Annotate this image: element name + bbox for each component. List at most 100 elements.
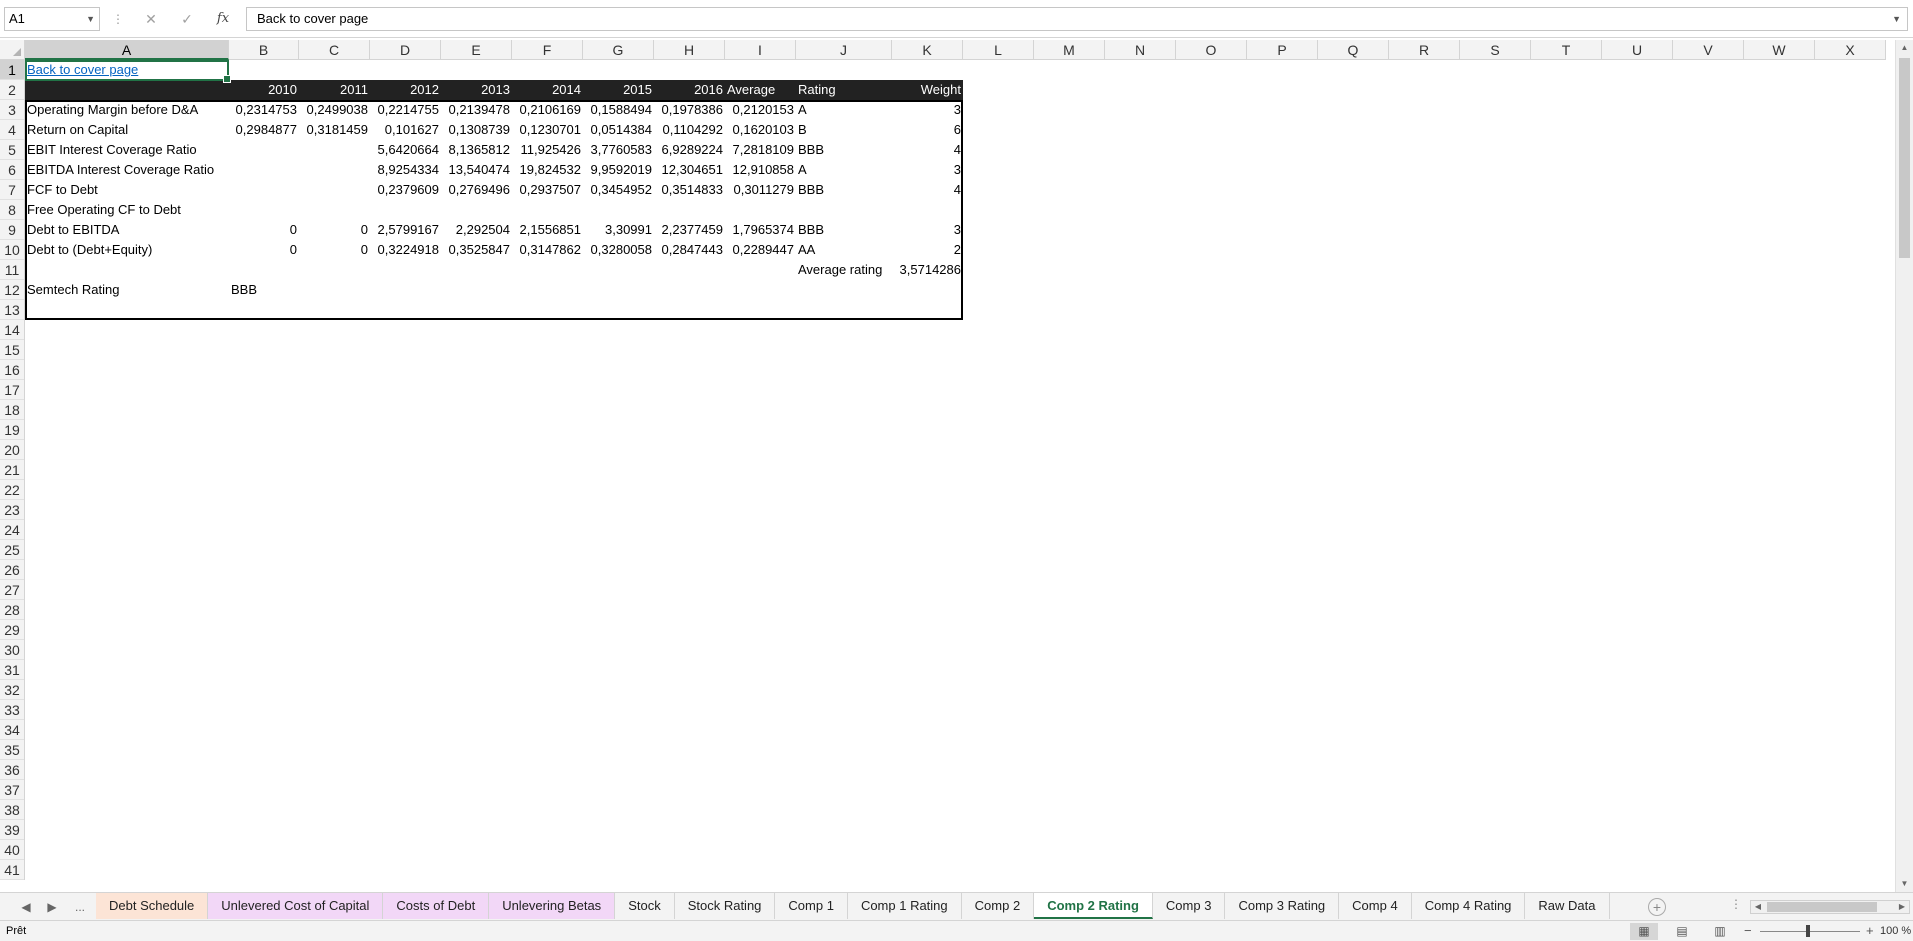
cell[interactable] bbox=[441, 600, 512, 620]
value-cell[interactable]: 0,3011279 bbox=[725, 180, 796, 200]
cell[interactable] bbox=[441, 540, 512, 560]
cell[interactable] bbox=[512, 400, 583, 420]
cell[interactable] bbox=[229, 360, 299, 380]
cell[interactable] bbox=[25, 420, 229, 440]
cell[interactable] bbox=[512, 660, 583, 680]
sheet-tab-unlevered-cost-of-capital[interactable]: Unlevered Cost of Capital bbox=[208, 893, 384, 919]
cell[interactable] bbox=[25, 560, 229, 580]
row-header-40[interactable]: 40 bbox=[0, 840, 24, 860]
cell[interactable] bbox=[229, 780, 299, 800]
cell[interactable] bbox=[229, 720, 299, 740]
cell[interactable] bbox=[441, 420, 512, 440]
cell[interactable] bbox=[654, 520, 725, 540]
cell[interactable] bbox=[725, 480, 796, 500]
value-cell[interactable]: 11,925426 bbox=[512, 140, 583, 160]
value-cell[interactable]: 0,2379609 bbox=[370, 180, 441, 200]
row-header-8[interactable]: 8 bbox=[0, 200, 24, 220]
name-box[interactable]: A1 ▼ bbox=[4, 7, 100, 31]
cell[interactable] bbox=[796, 840, 892, 860]
row-header-12[interactable]: 12 bbox=[0, 280, 24, 300]
cell[interactable] bbox=[892, 480, 963, 500]
cell[interactable] bbox=[892, 520, 963, 540]
row-header-2[interactable]: 2 bbox=[0, 80, 24, 100]
cell[interactable] bbox=[25, 580, 229, 600]
cell[interactable] bbox=[370, 680, 441, 700]
cell[interactable] bbox=[583, 720, 654, 740]
cell[interactable] bbox=[441, 660, 512, 680]
cell[interactable] bbox=[725, 340, 796, 360]
cell[interactable] bbox=[25, 500, 229, 520]
cell[interactable] bbox=[583, 460, 654, 480]
cell[interactable] bbox=[725, 840, 796, 860]
cell[interactable] bbox=[796, 580, 892, 600]
cell[interactable] bbox=[299, 740, 370, 760]
column-header-i[interactable]: I bbox=[725, 40, 796, 60]
cell[interactable] bbox=[796, 380, 892, 400]
cell[interactable] bbox=[892, 460, 963, 480]
cell[interactable] bbox=[25, 640, 229, 660]
value-cell[interactable]: 2,5799167 bbox=[370, 220, 441, 240]
metric-label[interactable]: EBIT Interest Coverage Ratio bbox=[25, 140, 229, 160]
cell[interactable] bbox=[796, 460, 892, 480]
cell[interactable] bbox=[654, 600, 725, 620]
cell[interactable] bbox=[654, 540, 725, 560]
value-cell[interactable]: 0,2984877 bbox=[229, 120, 299, 140]
cell[interactable] bbox=[583, 860, 654, 880]
cell[interactable] bbox=[25, 520, 229, 540]
column-header-x[interactable]: X bbox=[1815, 40, 1886, 60]
cell[interactable] bbox=[299, 560, 370, 580]
cell[interactable] bbox=[583, 600, 654, 620]
cell[interactable] bbox=[299, 400, 370, 420]
horizontal-scrollbar[interactable]: ◀ ▶ bbox=[1750, 900, 1910, 914]
select-all-button[interactable] bbox=[0, 40, 25, 60]
cell[interactable] bbox=[583, 620, 654, 640]
cell[interactable] bbox=[299, 460, 370, 480]
cell[interactable] bbox=[583, 660, 654, 680]
cell[interactable] bbox=[796, 60, 892, 80]
column-header-r[interactable]: R bbox=[1389, 40, 1460, 60]
cell[interactable] bbox=[725, 700, 796, 720]
column-header-d[interactable]: D bbox=[370, 40, 441, 60]
cell[interactable] bbox=[229, 340, 299, 360]
cell[interactable] bbox=[370, 820, 441, 840]
cell[interactable] bbox=[229, 680, 299, 700]
cell[interactable] bbox=[370, 700, 441, 720]
weight-cell[interactable]: 4 bbox=[892, 140, 963, 160]
cell[interactable] bbox=[441, 320, 512, 340]
cell[interactable] bbox=[892, 560, 963, 580]
value-cell[interactable] bbox=[441, 200, 512, 220]
cell[interactable] bbox=[299, 760, 370, 780]
cell[interactable] bbox=[299, 300, 370, 320]
cell[interactable] bbox=[796, 300, 892, 320]
cell[interactable] bbox=[299, 440, 370, 460]
vertical-scrollbar[interactable]: ▲ ▼ bbox=[1895, 40, 1913, 892]
value-cell[interactable]: 0,2120153 bbox=[725, 100, 796, 120]
weight-cell[interactable]: 3 bbox=[892, 100, 963, 120]
cell[interactable] bbox=[370, 780, 441, 800]
cell[interactable] bbox=[892, 660, 963, 680]
row-header-35[interactable]: 35 bbox=[0, 740, 24, 760]
cell[interactable] bbox=[654, 320, 725, 340]
value-cell[interactable]: 12,910858 bbox=[725, 160, 796, 180]
cell[interactable] bbox=[512, 840, 583, 860]
scrollbar-thumb[interactable] bbox=[1767, 902, 1877, 912]
cell[interactable] bbox=[583, 560, 654, 580]
cell[interactable] bbox=[512, 800, 583, 820]
column-header-m[interactable]: M bbox=[1034, 40, 1105, 60]
row-header-15[interactable]: 15 bbox=[0, 340, 24, 360]
cell[interactable] bbox=[25, 740, 229, 760]
cell[interactable] bbox=[583, 520, 654, 540]
cell[interactable] bbox=[725, 360, 796, 380]
normal-view-icon[interactable]: ▦ bbox=[1630, 923, 1658, 940]
cell[interactable] bbox=[441, 360, 512, 380]
value-cell[interactable]: 0,1308739 bbox=[441, 120, 512, 140]
value-cell[interactable]: 9,9592019 bbox=[583, 160, 654, 180]
column-header-f[interactable]: F bbox=[512, 40, 583, 60]
cell[interactable] bbox=[725, 760, 796, 780]
cell[interactable] bbox=[725, 740, 796, 760]
cell[interactable] bbox=[299, 780, 370, 800]
cell[interactable] bbox=[229, 520, 299, 540]
cell[interactable] bbox=[796, 780, 892, 800]
column-header-s[interactable]: S bbox=[1460, 40, 1531, 60]
metric-label[interactable]: EBITDA Interest Coverage Ratio bbox=[25, 160, 229, 180]
